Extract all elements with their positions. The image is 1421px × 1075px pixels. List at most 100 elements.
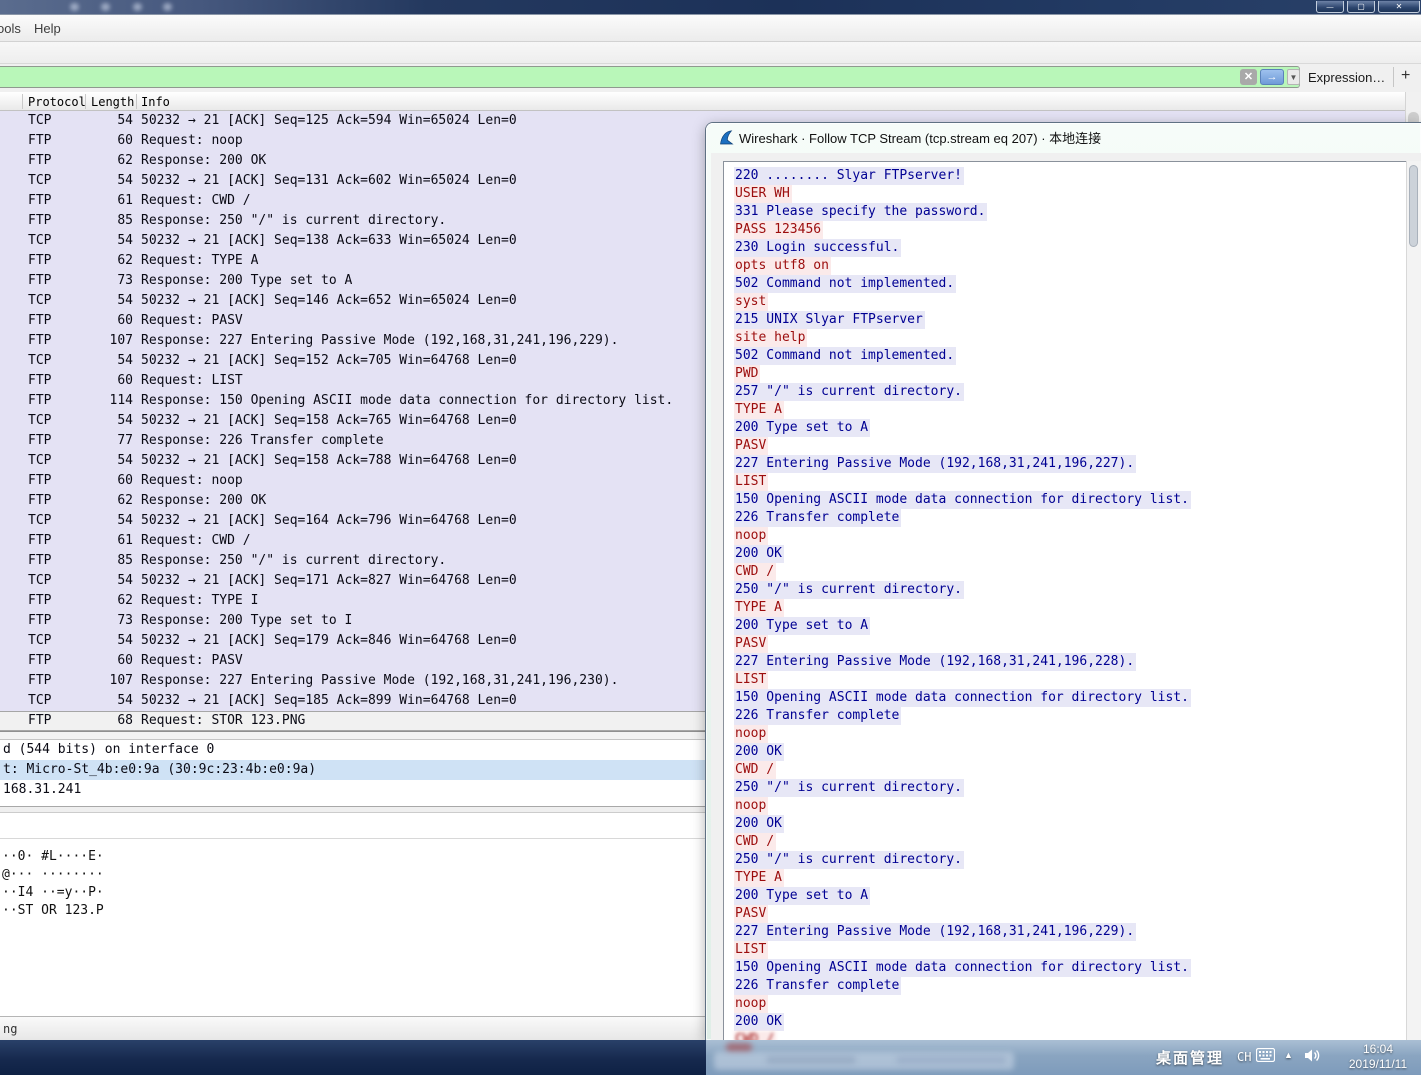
stream-line-server: 227 Entering Passive Mode (192,168,31,24… (734, 653, 1406, 671)
expression-button[interactable]: Expression… (1308, 70, 1385, 85)
add-filter-button[interactable]: + (1401, 67, 1410, 85)
cell-info: Request: STOR 123.PNG (141, 713, 306, 728)
stream-line-server: 257 "/" is current directory. (734, 383, 1406, 401)
stream-line-client: opts utf8 on (734, 257, 1406, 275)
menu-item-help[interactable]: Help (34, 21, 61, 36)
cell-len: 60 (117, 473, 133, 488)
keyboard-icon[interactable] (1256, 1048, 1275, 1062)
cell-info: Request: TYPE I (141, 593, 259, 608)
stream-line-text: LIST (734, 473, 769, 491)
cell-proto: FTP (28, 433, 52, 448)
cell-len: 73 (117, 273, 133, 288)
cell-len: 107 (109, 673, 133, 688)
titlebar-glare-dot (101, 3, 110, 11)
cell-proto: FTP (28, 493, 52, 508)
desktop-manager-label[interactable]: 桌面管理 (1156, 1047, 1224, 1068)
stream-line-server: 200 OK (734, 545, 1406, 563)
filterbar-separator (1393, 67, 1394, 87)
cell-proto: TCP (28, 413, 52, 428)
language-indicator[interactable]: CH (1237, 1050, 1251, 1064)
clock[interactable]: 16:04 2019/11/11 (1340, 1042, 1416, 1072)
cell-info: Request: LIST (141, 373, 243, 388)
cell-len: 54 (117, 513, 133, 528)
stream-line-text: 250 "/" is current directory. (734, 581, 964, 599)
cell-proto: FTP (28, 653, 52, 668)
cell-info: 50232 → 21 [ACK] Seq=152 Ack=705 Win=647… (141, 353, 517, 368)
cell-len: 107 (109, 333, 133, 348)
cell-proto: TCP (28, 173, 52, 188)
stream-content[interactable]: 220 ........ Slyar FTPserver! USER WH 331 … (723, 161, 1406, 1040)
stream-line-text: site help (734, 329, 808, 347)
stream-line-text: CWD / (734, 563, 777, 581)
dialog-titlebar[interactable]: Wireshark · Follow TCP Stream (tcp.strea… (706, 123, 1421, 153)
stream-line-text: 200 OK (734, 815, 784, 833)
stream-line-client: PASV (734, 437, 1406, 455)
cell-len: 54 (117, 413, 133, 428)
stream-line-text: PASS 123456 (734, 221, 824, 239)
stream-line-server: 227 Entering Passive Mode (192,168,31,24… (734, 923, 1406, 941)
stream-line-text: 200 OK (734, 743, 784, 761)
stream-line-server: 250 "/" is current directory. (734, 851, 1406, 869)
menu-item-tools[interactable]: ools (0, 21, 21, 36)
filter-dropdown-button[interactable]: ▼ (1287, 69, 1300, 85)
stream-line-server: 502 Command not implemented. (734, 275, 1406, 293)
cell-proto: FTP (28, 273, 52, 288)
stream-line-text: PASV (734, 635, 769, 653)
cell-info: 50232 → 21 [ACK] Seq=158 Ack=788 Win=647… (141, 453, 517, 468)
stream-line-client: TYPE A (734, 599, 1406, 617)
stream-line-server: 230 Login successful. (734, 239, 1406, 257)
cell-len: 54 (117, 633, 133, 648)
cell-len: 54 (117, 693, 133, 708)
column-separator[interactable] (22, 94, 23, 109)
cell-info: Response: 200 Type set to A (141, 273, 353, 288)
stream-line-server: 250 "/" is current directory. (734, 581, 1406, 599)
stream-line-server: 200 OK (734, 743, 1406, 761)
show-hidden-icons-button[interactable]: ▲ (1284, 1050, 1293, 1060)
stream-line-text: 226 Transfer complete (734, 509, 902, 527)
stream-line-server: 200 OK (734, 815, 1406, 833)
stream-line-text: 150 Opening ASCII mode data connection f… (734, 689, 1191, 707)
stream-line-server: 331 Please specify the password. (734, 203, 1406, 221)
cell-proto: TCP (28, 573, 52, 588)
stream-line-client: noop (734, 527, 1406, 545)
stream-line-server: 502 Command not implemented. (734, 347, 1406, 365)
display-filter-input[interactable] (0, 66, 1300, 88)
cell-info: 50232 → 21 [ACK] Seq=131 Ack=602 Win=650… (141, 173, 517, 188)
taskbar: 桌面管理 CH ▲ 16:04 2019/11/11 (0, 1040, 1421, 1075)
cell-proto: FTP (28, 473, 52, 488)
stream-line-text: 250 "/" is current directory. (734, 851, 964, 869)
cell-proto: FTP (28, 393, 52, 408)
speaker-icon[interactable] (1304, 1048, 1322, 1063)
titlebar-glare-dot (133, 3, 142, 11)
cell-info: Request: PASV (141, 313, 243, 328)
cell-len: 54 (117, 113, 133, 128)
stream-line-server: 200 Type set to A (734, 887, 1406, 905)
column-header-protocol[interactable]: Protocol (28, 95, 86, 109)
filter-clear-button[interactable]: ✕ (1240, 69, 1257, 85)
dialog-scrollbar[interactable] (1406, 161, 1421, 1040)
stream-line-client: LIST (734, 941, 1406, 959)
stream-line-text: CWD / (734, 833, 777, 851)
cell-len: 62 (117, 593, 133, 608)
stream-line-client: TYPE A (734, 401, 1406, 419)
stream-line-text: 150 Opening ASCII mode data connection f… (734, 959, 1191, 977)
cell-len: 61 (117, 533, 133, 548)
column-header-info[interactable]: Info (141, 95, 170, 109)
cell-proto: TCP (28, 113, 52, 128)
filter-apply-button[interactable]: → (1260, 69, 1284, 85)
packet-list-header: Protocol Length Info (0, 92, 1421, 111)
cell-info: 50232 → 21 [ACK] Seq=146 Ack=652 Win=650… (141, 293, 517, 308)
cell-proto: TCP (28, 353, 52, 368)
cell-info: Request: PASV (141, 653, 243, 668)
stream-line-text: 502 Command not implemented. (734, 347, 957, 365)
cell-proto: FTP (28, 133, 52, 148)
cell-len: 77 (117, 433, 133, 448)
close-button[interactable]: ✕ (1378, 1, 1420, 13)
minimize-button[interactable]: — (1316, 1, 1344, 13)
scrollbar-thumb[interactable] (1409, 165, 1418, 247)
cell-len: 60 (117, 313, 133, 328)
column-header-length[interactable]: Length (91, 95, 134, 109)
column-separator[interactable] (136, 94, 137, 109)
cell-info: 50232 → 21 [ACK] Seq=179 Ack=846 Win=647… (141, 633, 517, 648)
maximize-button[interactable]: ▢ (1347, 1, 1375, 13)
